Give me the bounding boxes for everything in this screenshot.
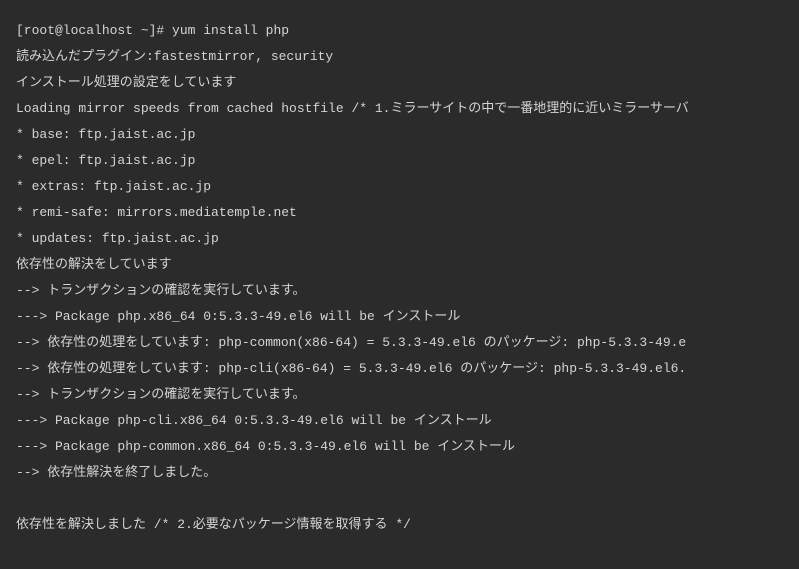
- terminal-line: --> 依存性解決を終了しました。: [16, 460, 783, 486]
- terminal-line: 読み込んだプラグイン:fastestmirror, security: [16, 44, 783, 70]
- terminal-line: ---> Package php-cli.x86_64 0:5.3.3-49.e…: [16, 408, 783, 434]
- terminal-line: --> トランザクションの確認を実行しています。: [16, 382, 783, 408]
- terminal-line: * epel: ftp.jaist.ac.jp: [16, 148, 783, 174]
- terminal-line: ---> Package php-common.x86_64 0:5.3.3-4…: [16, 434, 783, 460]
- terminal-output: [root@localhost ~]# yum install php 読み込ん…: [16, 18, 783, 538]
- terminal-line: ---> Package php.x86_64 0:5.3.3-49.el6 w…: [16, 304, 783, 330]
- terminal-blank-line: [16, 486, 783, 512]
- terminal-line: * base: ftp.jaist.ac.jp: [16, 122, 783, 148]
- terminal-line: [root@localhost ~]# yum install php: [16, 18, 783, 44]
- terminal-line: --> 依存性の処理をしています: php-common(x86-64) = 5…: [16, 330, 783, 356]
- terminal-line: 依存性を解決しました /* 2.必要なパッケージ情報を取得する */: [16, 512, 783, 538]
- terminal-line: --> トランザクションの確認を実行しています。: [16, 278, 783, 304]
- terminal-line: Loading mirror speeds from cached hostfi…: [16, 96, 783, 122]
- terminal-line: * remi-safe: mirrors.mediatemple.net: [16, 200, 783, 226]
- terminal-line: --> 依存性の処理をしています: php-cli(x86-64) = 5.3.…: [16, 356, 783, 382]
- terminal-line: * extras: ftp.jaist.ac.jp: [16, 174, 783, 200]
- terminal-line: 依存性の解決をしています: [16, 252, 783, 278]
- terminal-line: * updates: ftp.jaist.ac.jp: [16, 226, 783, 252]
- terminal-line: インストール処理の設定をしています: [16, 70, 783, 96]
